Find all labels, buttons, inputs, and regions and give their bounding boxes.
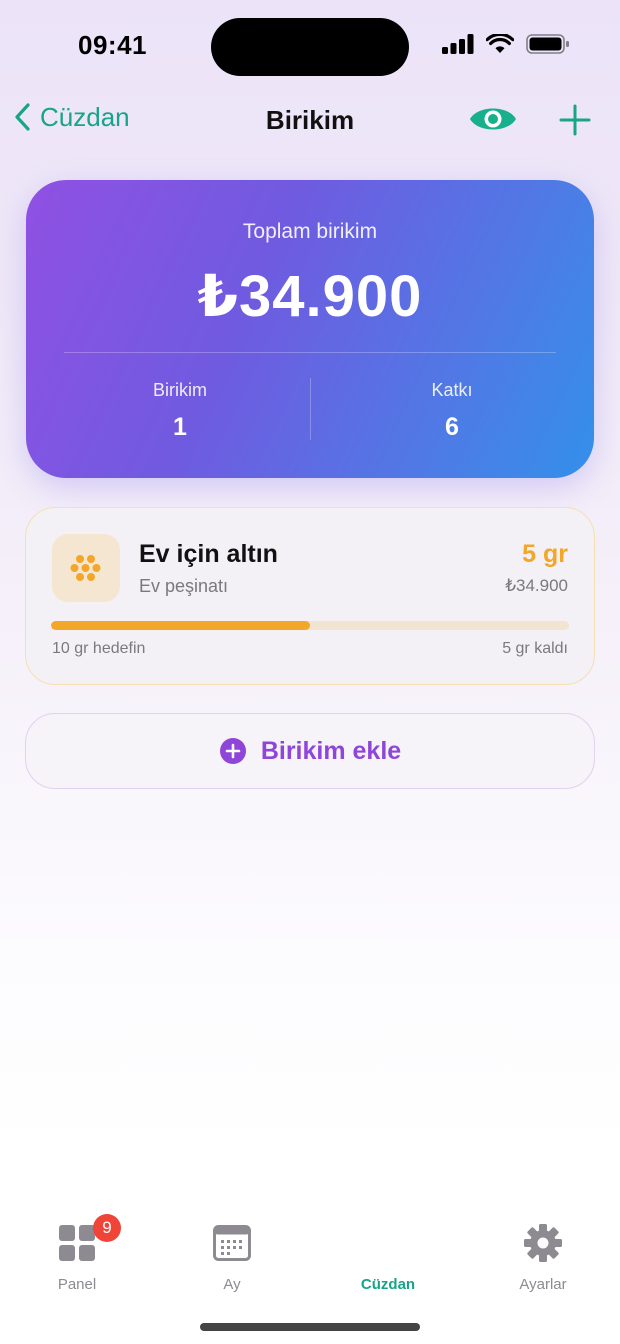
savings-item-title: Ev için altın [139, 540, 278, 568]
tab-label: Ayarlar [519, 1276, 567, 1293]
notification-badge: 9 [93, 1214, 121, 1242]
eye-icon [470, 108, 516, 130]
stat-label: Birikim [153, 380, 207, 400]
wallet-icon [328, 1222, 448, 1264]
add-savings-label: Birikim ekle [260, 736, 402, 765]
stat-contribution-count: Katkı 6 [310, 380, 594, 442]
stat-label: Katkı [431, 380, 473, 400]
visibility-toggle-button[interactable] [468, 101, 518, 142]
gear-icon [524, 1224, 562, 1262]
gold-coins-icon [70, 555, 101, 581]
tab-panel[interactable]: 9 Panel [17, 1214, 137, 1293]
battery-icon [526, 34, 569, 54]
plus-circle-icon [219, 738, 246, 764]
navigation-bar: Cüzdan Birikim [0, 95, 620, 147]
status-bar: 09:41 [0, 0, 620, 90]
home-indicator [200, 1323, 420, 1331]
tab-icon-wrap: 9 [17, 1214, 137, 1264]
tab-icon-wrap [483, 1222, 603, 1264]
tab-cuzdan[interactable]: Cüzdan [328, 1222, 448, 1293]
summary-divider [64, 352, 556, 353]
tab-ay[interactable]: Ay [172, 1222, 292, 1293]
tab-label: Panel [57, 1276, 97, 1293]
dynamic-island [211, 18, 409, 76]
plus-icon [559, 104, 591, 136]
savings-goal-text: 10 gr hedefin [52, 640, 146, 657]
status-time: 09:41 [78, 30, 147, 60]
status-icons [442, 34, 570, 54]
gold-tile [52, 534, 120, 602]
savings-item-subtitle: Ev peşinatı [139, 576, 229, 596]
savings-remaining-text: 5 gr kaldı [502, 640, 568, 657]
tab-label: Ay [223, 1276, 241, 1293]
savings-progress-fill [51, 621, 310, 630]
stat-value: 1 [173, 413, 187, 441]
add-savings-button[interactable]: Birikim ekle [25, 713, 595, 789]
savings-item-card[interactable]: Ev için altın Ev peşinatı 5 gr ₺34.900 1… [25, 507, 595, 685]
tab-label: Cüzdan [360, 1276, 416, 1293]
savings-item-value: ₺34.900 [505, 576, 568, 595]
stat-value: 6 [445, 413, 459, 441]
add-button[interactable] [558, 103, 592, 142]
stat-savings-count: Birikim 1 [36, 380, 324, 442]
tab-bar: 9 Panel Ay Cüzdan Ayarlar [0, 1210, 620, 1310]
total-savings-card: Toplam birikim ₺34.900 Birikim 1 Katkı 6 [26, 180, 594, 478]
wifi-icon [486, 34, 514, 53]
page-title: Birikim [265, 105, 355, 135]
total-savings-label: Toplam birikim [242, 220, 378, 243]
savings-progress-bar [51, 621, 569, 630]
grid-icon [59, 1225, 95, 1261]
savings-item-amount: 5 gr [522, 540, 568, 568]
tab-ayarlar[interactable]: Ayarlar [483, 1222, 603, 1293]
signal-icon [442, 34, 474, 54]
total-savings-amount: ₺34.900 [197, 264, 423, 329]
calendar-icon [213, 1225, 251, 1261]
tab-icon-wrap [172, 1222, 292, 1264]
